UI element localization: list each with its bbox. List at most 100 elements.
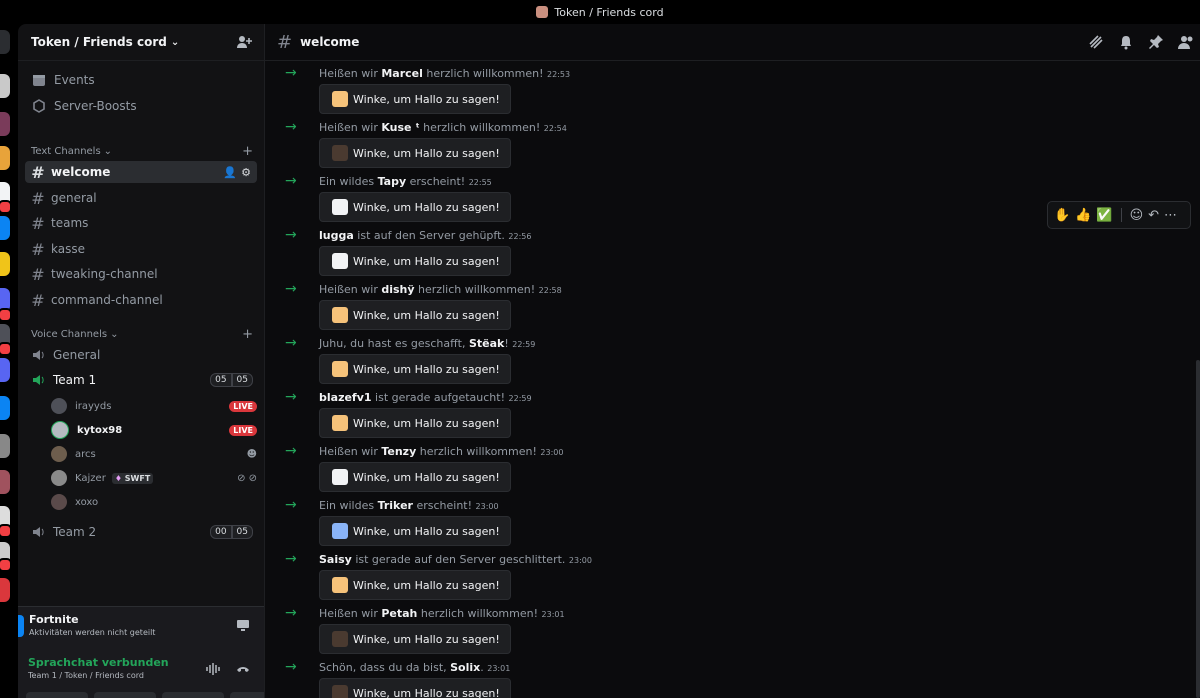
voice-connected-status: Sprachchat verbunden (28, 656, 169, 669)
voice-user-kytox98[interactable]: kytox98 LIVE (51, 420, 257, 440)
add-reaction-icon[interactable]: ☺ (1130, 208, 1144, 223)
username[interactable]: Petah (381, 607, 417, 620)
server-icon[interactable] (0, 74, 10, 98)
gear-icon[interactable]: ⚙ (241, 166, 251, 179)
activities-button[interactable] (162, 692, 224, 698)
voice-channel-label: Team 1 (53, 373, 97, 387)
voice-channels-category[interactable]: Voice Channels ⌄ + (31, 327, 253, 342)
more-options-icon[interactable]: ⋯ (1164, 208, 1177, 223)
wave-button[interactable]: Winke, um Hallo zu sagen! (319, 570, 511, 600)
message-pre: Heißen wir (319, 607, 382, 620)
server-icon[interactable] (0, 434, 10, 458)
invite-people-icon[interactable] (236, 34, 252, 50)
username: arcs (75, 448, 96, 460)
server-icon[interactable] (0, 252, 10, 276)
voice-user-arcs[interactable]: arcs ☻ (51, 444, 257, 464)
nav-server-boosts[interactable]: Server-Boosts (32, 99, 137, 113)
reaction-thumbs-up[interactable]: 👍 (1075, 208, 1091, 223)
add-channel-icon[interactable]: + (242, 144, 253, 159)
screen-share-icon[interactable] (236, 619, 250, 631)
voice-connected-sub[interactable]: Team 1 / Token / Friends cord (28, 671, 144, 680)
channel-teams[interactable]: # teams (25, 212, 257, 234)
server-icon[interactable] (0, 146, 10, 170)
wave-label: Winke, um Hallo zu sagen! (353, 578, 500, 592)
voice-user-xoxo[interactable]: xoxo (51, 492, 257, 512)
server-icon[interactable] (0, 216, 10, 240)
wave-button[interactable]: Winke, um Hallo zu sagen! (319, 246, 511, 276)
username[interactable]: Tapy (378, 175, 407, 188)
username[interactable]: blazefv1 (319, 391, 372, 404)
server-icon[interactable] (0, 470, 10, 494)
disconnect-icon[interactable] (236, 663, 250, 675)
server-icon[interactable] (0, 30, 10, 54)
wave-button[interactable]: Winke, um Hallo zu sagen! (319, 624, 511, 654)
wave-button[interactable]: Winke, um Hallo zu sagen! (319, 678, 511, 698)
channel-general[interactable]: # general (25, 187, 257, 209)
camera-button[interactable] (26, 692, 88, 698)
username[interactable]: Kuse ᵗ (381, 121, 419, 134)
voice-channel-team2[interactable]: Team 2 00 05 (25, 521, 257, 543)
wave-sticker-icon (332, 469, 348, 485)
server-header[interactable]: Token / Friends cord ⌄ (18, 24, 264, 61)
channel-tweaking[interactable]: # tweaking-channel (25, 263, 257, 285)
voice-channel-team1[interactable]: Team 1 05 05 (25, 369, 257, 391)
system-message: → Heißen wir Marcel herzlich willkommen! … (265, 64, 1200, 118)
server-icon[interactable] (0, 112, 10, 136)
screen-share-button[interactable] (94, 692, 156, 698)
channel-kasse[interactable]: # kasse (25, 238, 257, 260)
hash-icon: # (31, 188, 45, 208)
bell-icon[interactable] (1118, 34, 1134, 50)
hash-icon: # (31, 239, 45, 259)
timestamp: 22:54 (543, 124, 567, 133)
server-icon[interactable] (0, 578, 10, 602)
username[interactable]: Saisy (319, 553, 352, 566)
wave-button[interactable]: Winke, um Hallo zu sagen! (319, 354, 511, 384)
wave-button[interactable]: Winke, um Hallo zu sagen! (319, 462, 511, 492)
voice-user-irayyds[interactable]: irayyds LIVE (51, 396, 257, 416)
scrollbar[interactable] (1196, 360, 1200, 698)
wave-button[interactable]: Winke, um Hallo zu sagen! (319, 192, 511, 222)
username: irayyds (75, 400, 112, 412)
soundboard-button[interactable] (230, 692, 264, 698)
wave-button[interactable]: Winke, um Hallo zu sagen! (319, 138, 511, 168)
username[interactable]: dishÿ (381, 283, 414, 296)
reply-icon[interactable]: ↶ (1148, 208, 1159, 223)
system-message: → Schön, dass du da bist, Solix. 23:01 Win… (265, 658, 1200, 698)
system-message: → Ein wildes Triker erscheint! 23:00 Winke… (265, 496, 1200, 550)
channel-header: # welcome (265, 24, 1200, 61)
server-rail[interactable] (0, 24, 12, 698)
server-icon[interactable] (0, 358, 10, 382)
avatar (51, 470, 67, 486)
threads-icon[interactable] (1088, 34, 1104, 50)
wave-button[interactable]: Winke, um Hallo zu sagen! (319, 300, 511, 330)
avatar (51, 421, 69, 439)
reaction-wave[interactable]: ✋ (1054, 208, 1070, 223)
voice-channel-general[interactable]: General (25, 344, 257, 366)
invite-icon[interactable]: 👤 (223, 166, 237, 179)
pin-icon[interactable] (1148, 34, 1164, 50)
channel-welcome[interactable]: # welcome 👤 ⚙ (25, 161, 257, 183)
noise-suppression-icon[interactable] (206, 663, 220, 675)
nav-events[interactable]: Events (32, 73, 95, 87)
username[interactable]: Triker (378, 499, 413, 512)
add-channel-icon[interactable]: + (242, 327, 253, 342)
username[interactable]: Stëak (469, 337, 504, 350)
channel-command[interactable]: # command-channel (25, 289, 257, 311)
username[interactable]: Marcel (381, 67, 423, 80)
channel-label: kasse (51, 242, 85, 256)
username[interactable]: Solix (450, 661, 480, 674)
member-list-icon[interactable] (1178, 34, 1194, 50)
wave-button[interactable]: Winke, um Hallo zu sagen! (319, 84, 511, 114)
speaker-icon (33, 375, 44, 385)
server-icon[interactable] (0, 396, 10, 420)
username[interactable]: Tenzy (381, 445, 416, 458)
text-channels-category[interactable]: Text Channels ⌄ + (31, 144, 253, 159)
wave-button[interactable]: Winke, um Hallo zu sagen! (319, 408, 511, 438)
wave-button[interactable]: Winke, um Hallo zu sagen! (319, 516, 511, 546)
reaction-check[interactable]: ✅ (1096, 208, 1112, 223)
voice-user-kajzer[interactable]: Kajzer ♦ SWFT ⊘ ⊘ (51, 468, 257, 488)
boost-icon (33, 99, 45, 113)
join-arrow-icon: → (285, 281, 297, 297)
username[interactable]: lugga (319, 229, 354, 242)
message-pre: Heißen wir (319, 283, 382, 296)
